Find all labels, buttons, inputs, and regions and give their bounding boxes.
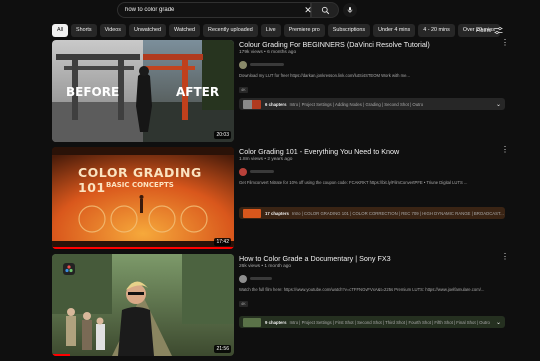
filters-button[interactable]: Filters bbox=[476, 24, 503, 37]
chip-watched[interactable]: Watched bbox=[168, 24, 201, 37]
search-input[interactable] bbox=[125, 7, 295, 13]
thumbnail-image bbox=[52, 147, 234, 249]
video-description: Get Filmconvert Nitrate for 10% off usin… bbox=[239, 180, 468, 185]
video-info: How to Color Grade a Documentary | Sony … bbox=[239, 253, 509, 328]
video-meta: 179k views • 6 months ago bbox=[239, 50, 297, 55]
video-thumbnail[interactable]: COLOR GRADING 101 BASIC CONCEPTS 17:42 bbox=[52, 147, 234, 249]
video-thumbnail[interactable]: 21:56 bbox=[52, 254, 234, 356]
video-title[interactable]: Color Grading 101 - Everything You Need … bbox=[239, 147, 507, 156]
chapter-thumbnail bbox=[243, 317, 261, 327]
mic-icon bbox=[347, 7, 353, 13]
voice-search-button[interactable] bbox=[343, 3, 357, 17]
channel-name[interactable] bbox=[250, 63, 284, 66]
video-result[interactable]: 21:56 How to Color Grade a Documentary |… bbox=[52, 253, 509, 358]
chapters-count: 9 chapters bbox=[265, 319, 287, 325]
thumbnail-subtitle-text: BASIC CONCEPTS bbox=[106, 181, 174, 189]
chip-under-4-mins[interactable]: Under 4 mins bbox=[373, 24, 416, 37]
chapters-count: 17 chapters bbox=[265, 210, 289, 216]
thumbnail-image bbox=[52, 254, 234, 356]
chip-recently-uploaded[interactable]: Recently uploaded bbox=[203, 24, 258, 37]
chapters-bar[interactable]: 6 chapters Intro | Project Settings | Ad… bbox=[239, 98, 505, 110]
video-meta: 26k views • 1 month ago bbox=[239, 264, 292, 269]
video-duration: 17:42 bbox=[214, 238, 231, 246]
chapters-count: 6 chapters bbox=[265, 101, 287, 107]
quality-badge: 4K bbox=[239, 301, 248, 307]
video-meta: 1.8m views • 2 years ago bbox=[239, 157, 293, 162]
davinci-logo-icon bbox=[63, 263, 75, 275]
chip-unwatched[interactable]: Unwatched bbox=[128, 24, 166, 37]
chapters-list: Intro | COLOR GRADING 101 | COLOR CORREC… bbox=[291, 210, 504, 216]
video-info: Color Grading 101 - Everything You Need … bbox=[239, 146, 509, 219]
video-title[interactable]: How to Color Grade a Documentary | Sony … bbox=[239, 254, 507, 263]
watch-progress bbox=[52, 354, 71, 356]
chevron-down-icon[interactable]: ⌄ bbox=[496, 101, 501, 108]
chapters-bar[interactable]: 17 chapters Intro | COLOR GRADING 101 | … bbox=[239, 207, 505, 219]
video-title[interactable]: Colour Grading For BEGINNERS (DaVinci Re… bbox=[239, 40, 507, 49]
thumbnail-title-text: COLOR GRADING 101 bbox=[78, 165, 202, 195]
channel-row[interactable] bbox=[239, 60, 507, 69]
chip-live[interactable]: Live bbox=[260, 24, 281, 37]
channel-row[interactable] bbox=[239, 167, 507, 176]
thumbnail-before-text: BEFORE bbox=[66, 85, 120, 99]
channel-row[interactable] bbox=[239, 274, 507, 283]
chip-all[interactable]: All bbox=[52, 24, 68, 37]
thumbnail-after-text: AFTER bbox=[176, 85, 220, 99]
chapters-list: Intro | Project Settings | Adding Nodes … bbox=[289, 101, 424, 107]
video-description: Download my LUT for free! https://darkan… bbox=[239, 73, 410, 78]
search-icon bbox=[321, 6, 329, 14]
chip-shorts[interactable]: Shorts bbox=[71, 24, 97, 37]
watch-progress bbox=[52, 247, 234, 249]
chip-subscriptions[interactable]: Subscriptions bbox=[327, 24, 371, 37]
video-result[interactable]: BEFORE AFTER 20:03 Colour Grading For BE… bbox=[52, 39, 509, 144]
video-description: Watch the full film here: https://www.yo… bbox=[239, 287, 485, 292]
more-vert-icon[interactable]: ⋮ bbox=[501, 253, 509, 261]
chip-premiere-pro[interactable]: Premiere pro bbox=[283, 24, 325, 37]
filter-chips: All Shorts Videos Unwatched Watched Rece… bbox=[52, 24, 500, 37]
chip-4-20-mins[interactable]: 4 - 20 mins bbox=[418, 24, 455, 37]
filters-icon bbox=[494, 27, 503, 34]
chapters-bar[interactable]: 9 chapters Intro | Project Settings | Fi… bbox=[239, 316, 505, 328]
video-result[interactable]: COLOR GRADING 101 BASIC CONCEPTS 17:42 C… bbox=[52, 146, 509, 251]
video-thumbnail[interactable]: BEFORE AFTER 20:03 bbox=[52, 40, 234, 142]
video-duration: 21:56 bbox=[214, 345, 231, 353]
search-button[interactable] bbox=[311, 2, 339, 18]
channel-avatar[interactable] bbox=[239, 274, 247, 283]
channel-avatar[interactable] bbox=[239, 167, 247, 176]
search-box[interactable] bbox=[117, 2, 311, 18]
channel-name[interactable] bbox=[250, 277, 272, 280]
channel-avatar[interactable] bbox=[239, 60, 247, 69]
quality-badge: 4K bbox=[239, 87, 248, 93]
more-vert-icon[interactable]: ⋮ bbox=[501, 146, 509, 154]
video-duration: 20:03 bbox=[214, 131, 231, 139]
filters-label: Filters bbox=[476, 27, 492, 34]
video-info: Colour Grading For BEGINNERS (DaVinci Re… bbox=[239, 39, 509, 110]
channel-name[interactable] bbox=[250, 170, 274, 173]
chapter-thumbnail bbox=[243, 208, 261, 218]
chapter-thumbnail bbox=[243, 99, 261, 109]
chevron-down-icon[interactable]: ⌄ bbox=[496, 319, 501, 326]
more-vert-icon[interactable]: ⋮ bbox=[501, 39, 509, 47]
chip-videos[interactable]: Videos bbox=[99, 24, 126, 37]
chapters-list: Intro | Project Settings | First Shot | … bbox=[289, 319, 490, 325]
chevron-down-icon[interactable]: ⌄ bbox=[504, 210, 505, 217]
